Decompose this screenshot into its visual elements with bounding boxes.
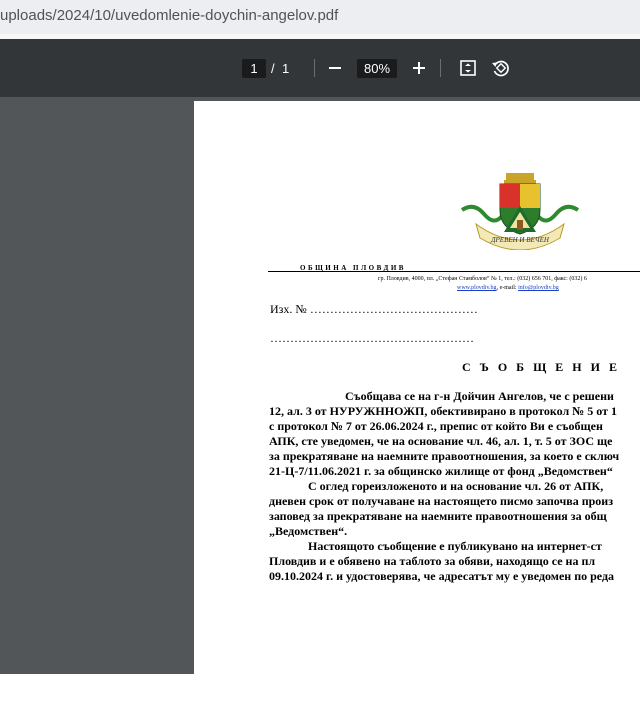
letterhead-rule	[268, 271, 640, 272]
url-text[interactable]: uploads/2024/10/uvedomlenie-doychin-ange…	[0, 7, 338, 24]
zoom-level-input[interactable]: 80%	[357, 59, 397, 78]
page-separator: /	[271, 61, 275, 76]
date-line: ……………………………………………	[270, 331, 474, 345]
fit-page-button[interactable]	[455, 55, 481, 81]
body-line: заповед за прекратяване на наемните прав…	[269, 509, 607, 523]
body-line: с протокол № 7 от 26.06.2024 г., препис …	[269, 419, 603, 433]
outgoing-number: Изх. № ……………………………………	[270, 302, 478, 316]
address-bar[interactable]: uploads/2024/10/uvedomlenie-doychin-ange…	[0, 0, 640, 34]
toolbar-divider	[314, 59, 315, 77]
body-line: дневен срок от получаване на настоящето …	[269, 494, 614, 508]
body-line: 12, ал. 3 от НУРУЖННОЖП, обективирано в …	[269, 404, 617, 418]
org-address: гр. Пловдив, 4000, пл. „Стефан Стамболов…	[378, 276, 587, 282]
org-contacts: www.plovdiv.bg, e-mail: info@plovdiv.bg	[457, 285, 559, 291]
fit-page-icon	[460, 60, 476, 76]
document-heading: С Ъ О Б Щ Е Н И Е	[462, 360, 620, 374]
body-line: Настоящото съобщение е публикувано на ин…	[308, 539, 602, 553]
plus-icon	[413, 62, 425, 74]
body-line: АПК, сте уведомен, че на основание чл. 4…	[269, 434, 613, 448]
body-line: Пловдив и е обявено на таблото за обяви,…	[269, 554, 596, 568]
email-link[interactable]: info@plovdiv.bg	[518, 285, 559, 291]
page-number-input[interactable]: 1	[242, 59, 266, 78]
pdf-toolbar: 1 / 1 80%	[0, 39, 640, 97]
website-link[interactable]: www.plovdiv.bg	[457, 285, 497, 291]
toolbar-divider	[440, 59, 441, 77]
body-line: 21-Ц-7/11.06.2021 г. за общинско жилище …	[269, 464, 613, 478]
email-label: , e-mail:	[496, 285, 519, 291]
plovdiv-emblem: ДРЕВЕН И ВЕЧЕН	[460, 173, 580, 250]
body-line: „Ведомствен“.	[269, 524, 348, 538]
emblem-motto: ДРЕВЕН И ВЕЧЕН	[490, 236, 550, 244]
page-total: 1	[282, 61, 290, 76]
zoom-in-button[interactable]	[406, 55, 432, 81]
zoom-out-button[interactable]	[322, 55, 348, 81]
body-line: С оглед гореизложеното и на основание чл…	[308, 479, 604, 493]
body-line: за прекратяване на наемните правоотношен…	[269, 449, 620, 463]
minus-icon	[329, 67, 341, 69]
body-line: Съобщава се на г-н Дойчин Ангелов, че с …	[345, 389, 614, 403]
rotate-button[interactable]	[487, 55, 513, 81]
rotate-icon	[492, 60, 509, 77]
body-line: 09.10.2024 г. и удостоверява, че адресат…	[269, 569, 615, 583]
